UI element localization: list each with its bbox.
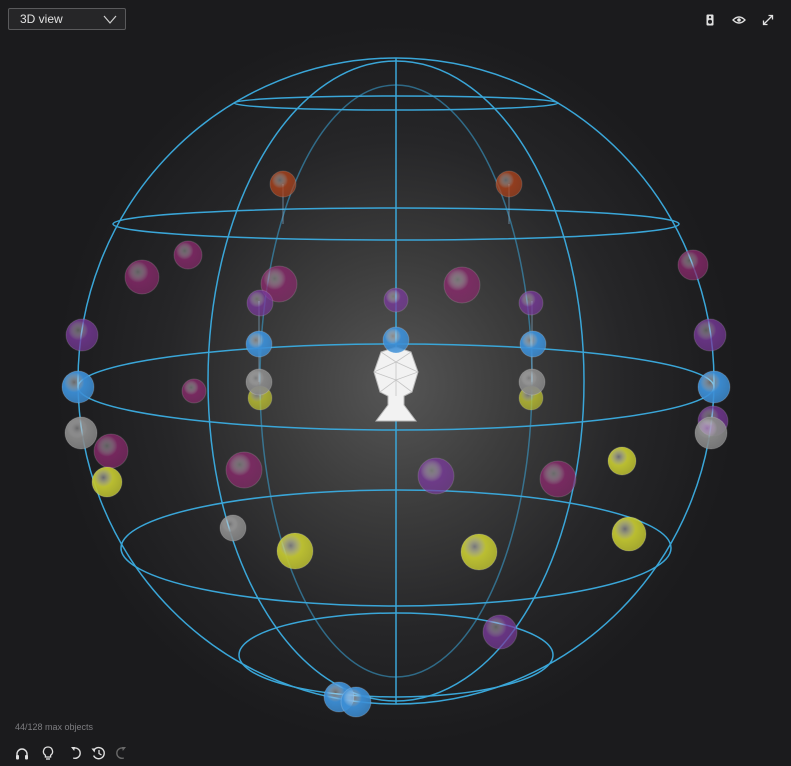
sound-object-purple[interactable] [693,318,727,352]
redo-icon [115,747,126,760]
sound-object-purple[interactable] [518,290,544,316]
history-button[interactable] [88,743,108,763]
eye-icon [732,16,746,24]
fullscreen-button[interactable] [759,10,777,30]
sound-object-gray[interactable] [518,368,546,396]
listener-head-icon [373,346,419,422]
sound-object-blue[interactable] [245,330,273,358]
spatial-scene[interactable] [0,0,791,766]
sound-object-blue[interactable] [519,330,547,358]
sound-object-blue[interactable] [382,326,410,354]
sound-object-magenta[interactable] [677,249,709,281]
sound-object-purple[interactable] [65,318,99,352]
sound-object-purple[interactable] [417,457,455,495]
sound-object-yellow[interactable] [611,516,647,552]
visibility-button[interactable] [729,10,749,30]
sound-object-magenta[interactable] [443,266,481,304]
expand-icon [762,14,774,26]
redo-button[interactable] [110,743,130,763]
sound-object-gray[interactable] [219,514,247,542]
undo-icon [70,747,81,760]
sound-object-blue[interactable] [697,370,731,404]
headphones-button[interactable] [12,743,32,763]
sound-object-yellow[interactable] [607,446,637,476]
sound-object-purple[interactable] [482,614,518,650]
lightbulb-button[interactable] [38,743,58,763]
sound-object-purple[interactable] [246,289,274,317]
speaker-icon [706,14,714,26]
headphones-icon [16,747,28,759]
sound-object-gray[interactable] [694,416,728,450]
sound-object-yellow[interactable] [91,466,123,498]
sound-object-gray[interactable] [64,416,98,450]
sound-object-magenta[interactable] [173,240,203,270]
lightbulb-icon [42,745,54,760]
sound-object-orange[interactable] [495,170,523,198]
sound-object-yellow[interactable] [276,532,314,570]
viewport-3d[interactable]: 3D view 44/128 max objects [0,0,791,766]
sound-object-yellow[interactable] [460,533,498,571]
chevron-down-icon [103,15,117,24]
view-mode-dropdown[interactable]: 3D view [8,8,126,30]
sound-object-purple[interactable] [383,287,409,313]
undo-button[interactable] [66,743,86,763]
sound-object-blue[interactable] [61,370,95,404]
sound-object-orange[interactable] [269,170,297,198]
sound-object-magenta[interactable] [539,460,577,498]
object-count-label: 44/128 max objects [15,722,94,732]
sound-object-blue[interactable] [340,686,372,718]
sound-object-magenta[interactable] [124,259,160,295]
sound-object-magenta[interactable] [225,451,263,489]
sound-object-magenta[interactable] [93,433,129,469]
history-icon [91,746,105,760]
speaker-button[interactable] [701,10,719,30]
view-mode-value: 3D view [20,12,63,26]
sound-object-gray[interactable] [245,368,273,396]
bottom-toolbar [12,743,130,763]
sound-object-magenta[interactable] [181,378,207,404]
